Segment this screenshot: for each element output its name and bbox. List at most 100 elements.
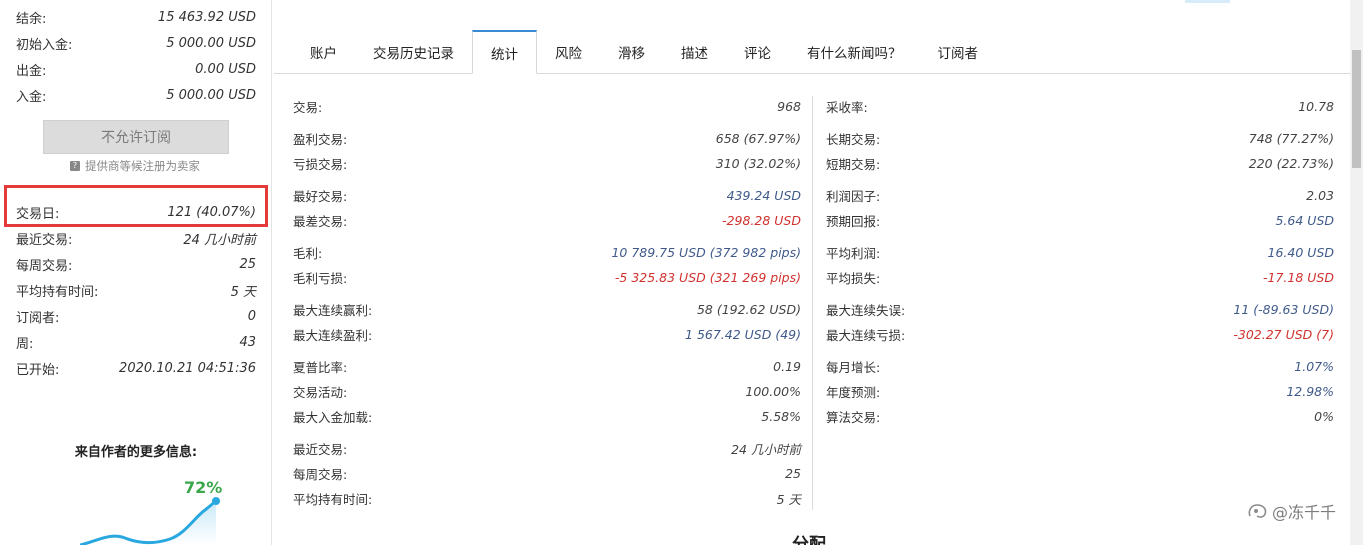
stat-row: 最大连续盈利: 1 567.42 USD (49) [293,324,801,344]
stat-label: 最近交易: [293,441,348,457]
subscribe-button[interactable]: 不允许订阅 [43,120,229,154]
stat-row: 预期回报: 5.64 USD [826,210,1334,230]
stat-label: 平均持有时间: [293,491,373,507]
stat-label: 最大连续赢利: [293,302,373,318]
row-value: 0.00 USD [195,61,256,77]
stat-value: 100.00% [745,383,801,399]
stat-label: 利润因子: [826,188,881,204]
stat-row: 最大连续失误: 11 (-89.63 USD) [826,299,1334,319]
stat-label: 夏普比率: [293,359,348,375]
stat-value: 439.24 USD [726,187,801,203]
stat-value: 24 几小时前 [731,441,801,457]
stat-row: 年度预测: 12.98% [826,381,1334,401]
row-value: 0 [247,308,256,324]
growth-sparkline[interactable] [80,492,230,545]
stat-value: -5 325.83 USD (321 269 pips) [614,269,801,285]
signal-summary-panel: 结余: 15 463.92 USD 初始入金: 5 000.00 USD 出金:… [0,0,272,545]
row-label: 平均持有时间: [16,284,99,300]
row-value: 5 000.00 USD [166,35,256,51]
stat-label: 采收率: [826,99,868,115]
watermark: @冻千千 [1247,499,1336,523]
stat-value: 1 567.42 USD (49) [685,326,801,342]
stat-row: 亏损交易: 310 (32.02%) [293,153,801,173]
watermark-text: @冻千千 [1272,503,1337,522]
stat-label: 交易活动: [293,384,348,400]
stat-value: -298.28 USD [722,212,801,228]
stat-row: 毛利亏损: -5 325.83 USD (321 269 pips) [293,267,801,287]
row-label: 初始入金: [16,37,73,53]
stat-value: 968 [777,98,801,114]
stat-label: 盈利交易: [293,131,348,147]
stat-value: 0.19 [773,358,801,374]
stat-row: 最近交易: 24 几小时前 [293,438,801,458]
trades-per-week-row: 每周交易: 25 [16,253,256,275]
stat-value: 0% [1314,408,1334,424]
stat-label: 平均损失: [826,270,881,286]
stat-label: 交易: [293,99,323,115]
avg-holding-time-row: 平均持有时间: 5 天 [16,279,256,301]
row-label: 周: [16,336,34,352]
stat-row: 最好交易: 439.24 USD [293,185,801,205]
row-label: 每周交易: [16,258,73,274]
stat-label: 最大连续失误: [826,302,906,318]
withdrawals-row: 出金: 0.00 USD [16,58,256,80]
column-divider [812,96,813,510]
stat-value: 658 (67.97%) [715,130,801,146]
stat-row: 每周交易: 25 [293,463,801,483]
vertical-scrollbar[interactable] [1350,0,1363,545]
stat-value: -302.27 USD (7) [1233,326,1334,342]
stat-row: 采收率: 10.78 [826,96,1334,116]
stat-label: 算法交易: [826,409,881,425]
stat-value: 220 (22.73%) [1248,155,1334,171]
stat-row: 利润因子: 2.03 [826,185,1334,205]
stat-value: 25 [785,465,801,481]
stat-value: 11 (-89.63 USD) [1233,301,1334,317]
sparkline-end-point [212,497,220,505]
stat-row: 最差交易: -298.28 USD [293,210,801,230]
stat-label: 每周交易: [293,466,348,482]
row-label: 最近交易: [16,232,73,248]
stat-label: 每月增长: [826,359,881,375]
stat-label: 长期交易: [826,131,881,147]
row-value: 43 [239,334,256,350]
row-value: 15 463.92 USD [157,9,256,25]
row-value: 2020.10.21 04:51:36 [119,360,256,376]
scrollbar-thumb[interactable] [1352,50,1361,168]
row-label: 订阅者: [16,310,60,326]
stat-value: 10.78 [1298,98,1334,114]
trading-days-row: 交易日: 121 (40.07%) [16,201,256,223]
stat-value: 58 (192.62 USD) [696,301,801,317]
stat-label: 毛利亏损: [293,270,348,286]
stat-value: 2.03 [1306,187,1334,203]
stat-label: 年度预测: [826,384,881,400]
stat-row: 平均利润: 16.40 USD [826,242,1334,262]
provider-note-text: 提供商等候注册为卖家 [85,159,200,173]
row-label: 已开始: [16,362,60,378]
row-label: 结余: [16,11,47,27]
stat-value: 310 (32.02%) [715,155,801,171]
weeks-row: 周: 43 [16,331,256,353]
stat-row: 长期交易: 748 (77.27%) [826,128,1334,148]
row-value: 25 [239,256,256,272]
stat-row: 夏普比率: 0.19 [293,356,801,376]
initial-deposit-row: 初始入金: 5 000.00 USD [16,32,256,54]
stat-label: 最大连续盈利: [293,327,373,343]
stat-value: 5.58% [761,408,801,424]
stat-row: 盈利交易: 658 (67.97%) [293,128,801,148]
stat-row: 交易活动: 100.00% [293,381,801,401]
latest-trade-row: 最近交易: 24 几小时前 [16,227,256,249]
subscribers-row: 订阅者: 0 [16,305,256,327]
row-value: 24 几小时前 [183,232,256,248]
stat-row: 算法交易: 0% [826,406,1334,426]
stat-label: 预期回报: [826,213,881,229]
stat-row: 最大入金加载: 5.58% [293,406,801,426]
distribution-section-title: 分配 [792,535,826,545]
stat-value: 5 天 [776,491,801,507]
row-value: 121 (40.07%) [167,204,256,220]
more-info-title: 来自作者的更多信息: [74,445,198,460]
stat-row: 最大连续赢利: 58 (192.62 USD) [293,299,801,319]
stat-row: 平均持有时间: 5 天 [293,488,801,508]
statistics-table: 交易: 968 盈利交易: 658 (67.97%) 亏损交易: 310 (32.02… [293,0,1334,545]
stat-row: 平均损失: -17.18 USD [826,267,1334,287]
row-label: 出金: [16,63,47,79]
